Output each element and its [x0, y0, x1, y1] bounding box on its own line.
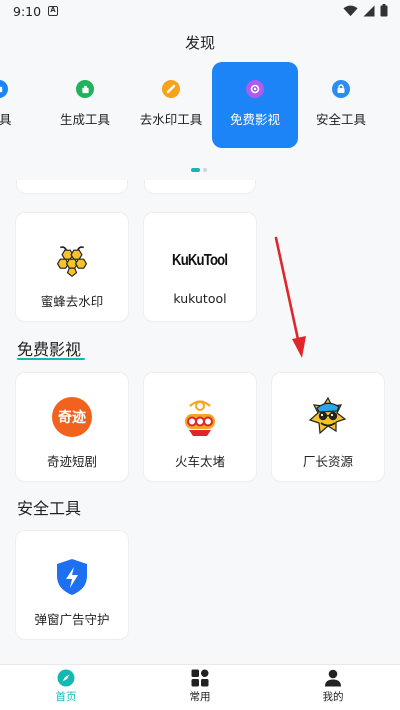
- tab-label: 常用: [189, 691, 211, 703]
- card-label: 弹窗广告守护: [34, 612, 110, 627]
- compass-icon: [57, 669, 75, 687]
- tab-label: 我的: [322, 691, 344, 703]
- tab-label: 首页: [55, 691, 77, 703]
- tab-common[interactable]: 常用: [160, 669, 240, 704]
- tab-profile[interactable]: 我的: [293, 669, 373, 704]
- tab-home[interactable]: 首页: [26, 669, 106, 704]
- user-icon: [325, 669, 341, 687]
- shield-icon: [57, 559, 87, 595]
- apps-icon: [191, 669, 209, 687]
- app-card-popup-ad-guard[interactable]: 弹窗广告守护: [15, 530, 129, 640]
- section-title-security-tools: 安全工具: [17, 499, 82, 518]
- bottom-tab-bar: 首页 常用 我的: [0, 664, 400, 710]
